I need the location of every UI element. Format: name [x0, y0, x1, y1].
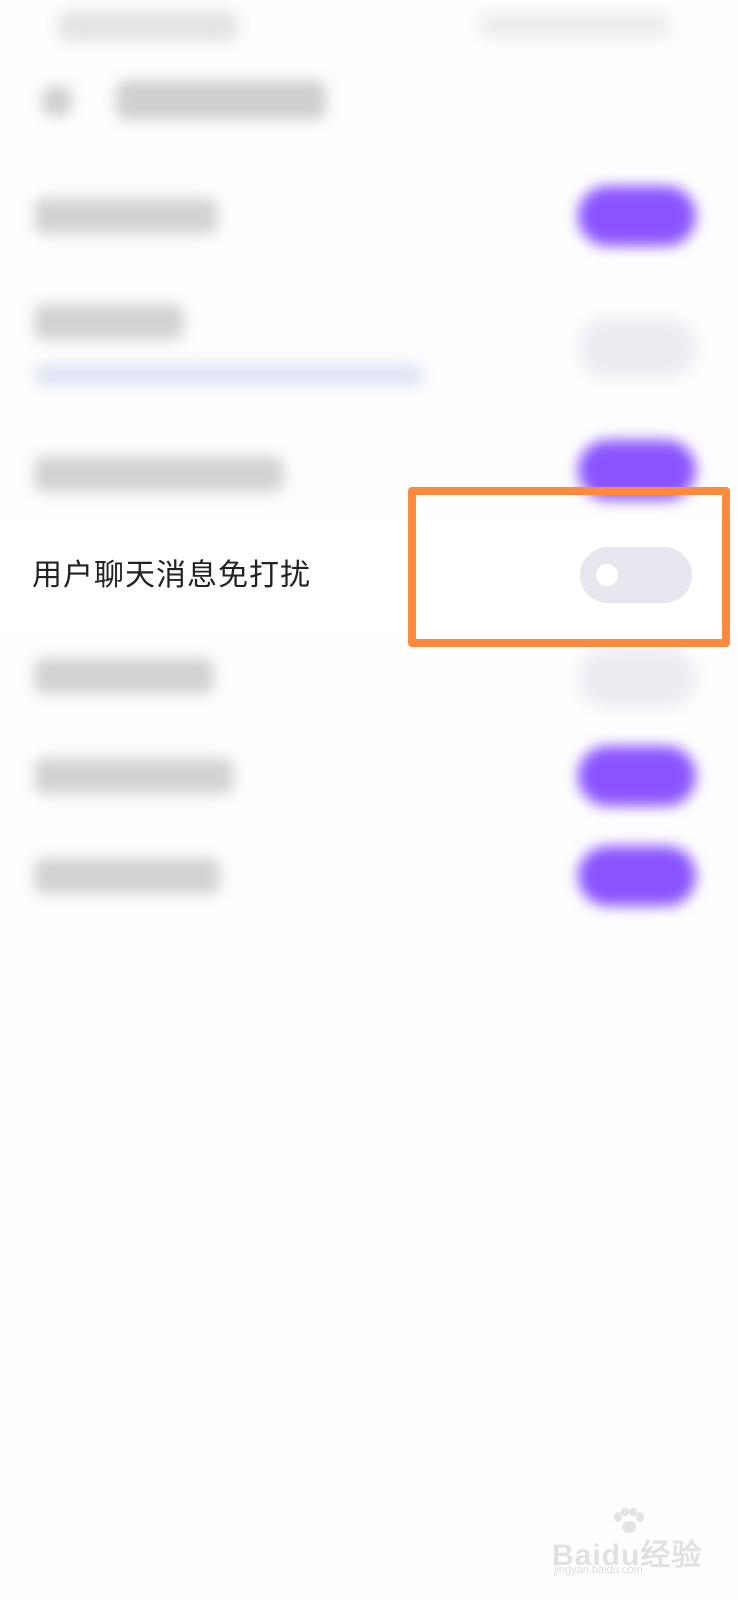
- baidu-jingyan-watermark: Baidu经验 jingyan.baidu.com: [552, 1508, 722, 1576]
- page-title: [116, 80, 326, 120]
- status-bar-left: [58, 10, 238, 42]
- row-7-label: [34, 858, 220, 894]
- row-5-label: [34, 658, 214, 694]
- back-icon[interactable]: [42, 86, 72, 116]
- row-7-toggle[interactable]: [578, 846, 696, 906]
- row-6-label: [34, 758, 234, 794]
- highlight-annotation-box: [408, 487, 730, 647]
- watermark-url: jingyan.baidu.com: [554, 1564, 643, 1576]
- row-1-toggle[interactable]: [578, 186, 696, 246]
- row-6-toggle[interactable]: [578, 746, 696, 806]
- row-5-toggle[interactable]: [578, 648, 696, 708]
- settings-screen: 用户聊天消息免打扰 Baidu经验 jingyan.baidu.com: [0, 0, 738, 1600]
- row-3-label: [34, 456, 284, 492]
- row-1-label: [34, 198, 218, 234]
- chat-dnd-label: 用户聊天消息免打扰: [32, 558, 311, 593]
- row-2-toggle[interactable]: [578, 318, 696, 378]
- row-2-label: [34, 304, 184, 340]
- row-2-description: [34, 364, 424, 386]
- status-bar-right: [480, 12, 670, 38]
